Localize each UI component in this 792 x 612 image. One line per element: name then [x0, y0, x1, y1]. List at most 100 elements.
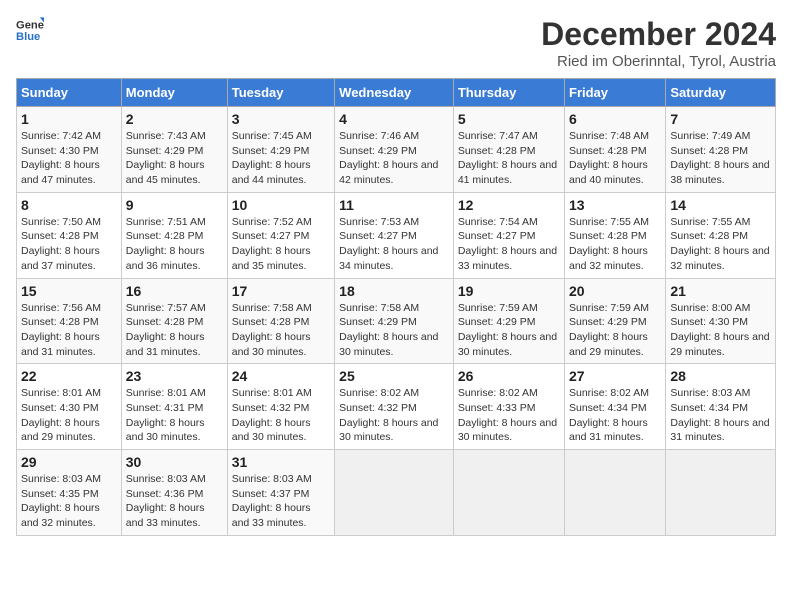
calendar-cell: 20Sunrise: 7:59 AMSunset: 4:29 PMDayligh…: [565, 278, 666, 364]
day-number: 12: [458, 197, 560, 213]
calendar-cell: 29 Sunrise: 8:03 AMSunset: 4:35 PMDayligh…: [17, 450, 122, 536]
calendar-cell: 22 Sunrise: 8:01 AMSunset: 4:30 PMDayligh…: [17, 364, 122, 450]
day-number: 24: [232, 368, 330, 384]
calendar-header-monday: Monday: [121, 79, 227, 107]
logo-icon: General Blue: [16, 16, 44, 44]
calendar-cell: 24 Sunrise: 8:01 AMSunset: 4:32 PMDayligh…: [227, 364, 334, 450]
day-info: Sunrise: 7:55 AMSunset: 4:28 PMDaylight:…: [670, 215, 771, 274]
day-info: Sunrise: 7:54 AMSunset: 4:27 PMDaylight:…: [458, 215, 560, 274]
calendar-cell: 30Sunrise: 8:03 AMSunset: 4:36 PMDayligh…: [121, 450, 227, 536]
day-info: Sunrise: 7:58 AMSunset: 4:29 PMDaylight:…: [339, 301, 449, 360]
day-info: Sunrise: 8:03 AMSunset: 4:34 PMDaylight:…: [670, 386, 771, 445]
day-info: Sunrise: 7:55 AMSunset: 4:28 PMDaylight:…: [569, 215, 661, 274]
day-number: 18: [339, 283, 449, 299]
page-title: December 2024: [541, 16, 776, 53]
day-number: 15: [21, 283, 117, 299]
day-info: Sunrise: 7:58 AMSunset: 4:28 PMDaylight:…: [232, 301, 330, 360]
day-number: 25: [339, 368, 449, 384]
calendar-cell: 9Sunrise: 7:51 AMSunset: 4:28 PMDaylight…: [121, 192, 227, 278]
day-info: Sunrise: 7:49 AMSunset: 4:28 PMDaylight:…: [670, 129, 771, 188]
calendar-cell: 18 Sunrise: 7:58 AMSunset: 4:29 PMDayligh…: [335, 278, 454, 364]
calendar-week-3: 15Sunrise: 7:56 AMSunset: 4:28 PMDayligh…: [17, 278, 776, 364]
calendar-week-2: 8 Sunrise: 7:50 AMSunset: 4:28 PMDaylight…: [17, 192, 776, 278]
calendar-cell: [666, 450, 776, 536]
calendar-cell: 23 Sunrise: 8:01 AMSunset: 4:31 PMDayligh…: [121, 364, 227, 450]
day-number: 26: [458, 368, 560, 384]
calendar-cell: 28 Sunrise: 8:03 AMSunset: 4:34 PMDayligh…: [666, 364, 776, 450]
day-info: Sunrise: 7:42 AMSunset: 4:30 PMDaylight:…: [21, 129, 117, 188]
svg-text:Blue: Blue: [16, 31, 40, 43]
calendar-cell: 1 Sunrise: 7:42 AMSunset: 4:30 PMDaylight…: [17, 107, 122, 193]
calendar-cell: 10 Sunrise: 7:52 AMSunset: 4:27 PMDayligh…: [227, 192, 334, 278]
day-number: 11: [339, 197, 449, 213]
calendar-header-tuesday: Tuesday: [227, 79, 334, 107]
calendar-header-saturday: Saturday: [666, 79, 776, 107]
day-info: Sunrise: 7:57 AMSunset: 4:28 PMDaylight:…: [126, 301, 223, 360]
calendar-cell: 6Sunrise: 7:48 AMSunset: 4:28 PMDaylight…: [565, 107, 666, 193]
day-info: Sunrise: 8:02 AMSunset: 4:33 PMDaylight:…: [458, 386, 560, 445]
title-block: December 2024 Ried im Oberinntal, Tyrol,…: [541, 16, 776, 70]
day-number: 1: [21, 111, 117, 127]
day-info: Sunrise: 8:00 AMSunset: 4:30 PMDaylight:…: [670, 301, 771, 360]
calendar-header-sunday: Sunday: [17, 79, 122, 107]
day-info: Sunrise: 8:03 AMSunset: 4:35 PMDaylight:…: [21, 472, 117, 531]
calendar-cell: 3Sunrise: 7:45 AMSunset: 4:29 PMDaylight…: [227, 107, 334, 193]
day-number: 5: [458, 111, 560, 127]
day-info: Sunrise: 7:45 AMSunset: 4:29 PMDaylight:…: [232, 129, 330, 188]
day-info: Sunrise: 8:02 AMSunset: 4:32 PMDaylight:…: [339, 386, 449, 445]
calendar-header-friday: Friday: [565, 79, 666, 107]
day-number: 14: [670, 197, 771, 213]
calendar-cell: 27 Sunrise: 8:02 AMSunset: 4:34 PMDayligh…: [565, 364, 666, 450]
day-number: 30: [126, 454, 223, 470]
calendar-cell: 16 Sunrise: 7:57 AMSunset: 4:28 PMDayligh…: [121, 278, 227, 364]
calendar-cell: 12 Sunrise: 7:54 AMSunset: 4:27 PMDayligh…: [453, 192, 564, 278]
day-number: 29: [21, 454, 117, 470]
calendar-cell: [565, 450, 666, 536]
calendar-week-1: 1 Sunrise: 7:42 AMSunset: 4:30 PMDaylight…: [17, 107, 776, 193]
day-info: Sunrise: 7:50 AMSunset: 4:28 PMDaylight:…: [21, 215, 117, 274]
day-info: Sunrise: 8:01 AMSunset: 4:31 PMDaylight:…: [126, 386, 223, 445]
calendar-cell: 21Sunrise: 8:00 AMSunset: 4:30 PMDayligh…: [666, 278, 776, 364]
calendar-cell: 26 Sunrise: 8:02 AMSunset: 4:33 PMDayligh…: [453, 364, 564, 450]
calendar-cell: 11 Sunrise: 7:53 AMSunset: 4:27 PMDayligh…: [335, 192, 454, 278]
day-info: Sunrise: 7:47 AMSunset: 4:28 PMDaylight:…: [458, 129, 560, 188]
logo: General Blue: [16, 16, 44, 44]
calendar-body: 1 Sunrise: 7:42 AMSunset: 4:30 PMDaylight…: [17, 107, 776, 536]
day-number: 22: [21, 368, 117, 384]
calendar-cell: [335, 450, 454, 536]
calendar-week-5: 29 Sunrise: 8:03 AMSunset: 4:35 PMDayligh…: [17, 450, 776, 536]
calendar-cell: 25 Sunrise: 8:02 AMSunset: 4:32 PMDayligh…: [335, 364, 454, 450]
day-info: Sunrise: 8:02 AMSunset: 4:34 PMDaylight:…: [569, 386, 661, 445]
calendar-header-row: SundayMondayTuesdayWednesdayThursdayFrid…: [17, 79, 776, 107]
page-header: General Blue December 2024 Ried im Oberi…: [16, 16, 776, 70]
calendar-cell: 8 Sunrise: 7:50 AMSunset: 4:28 PMDaylight…: [17, 192, 122, 278]
day-number: 16: [126, 283, 223, 299]
calendar-cell: 14 Sunrise: 7:55 AMSunset: 4:28 PMDayligh…: [666, 192, 776, 278]
day-info: Sunrise: 7:48 AMSunset: 4:28 PMDaylight:…: [569, 129, 661, 188]
day-number: 27: [569, 368, 661, 384]
day-number: 10: [232, 197, 330, 213]
day-number: 13: [569, 197, 661, 213]
day-info: Sunrise: 7:53 AMSunset: 4:27 PMDaylight:…: [339, 215, 449, 274]
calendar-cell: 5 Sunrise: 7:47 AMSunset: 4:28 PMDaylight…: [453, 107, 564, 193]
calendar-table: SundayMondayTuesdayWednesdayThursdayFrid…: [16, 78, 776, 536]
day-info: Sunrise: 7:43 AMSunset: 4:29 PMDaylight:…: [126, 129, 223, 188]
calendar-week-4: 22 Sunrise: 8:01 AMSunset: 4:30 PMDayligh…: [17, 364, 776, 450]
day-number: 8: [21, 197, 117, 213]
day-number: 19: [458, 283, 560, 299]
day-info: Sunrise: 8:01 AMSunset: 4:30 PMDaylight:…: [21, 386, 117, 445]
day-number: 17: [232, 283, 330, 299]
day-number: 23: [126, 368, 223, 384]
calendar-cell: [453, 450, 564, 536]
day-info: Sunrise: 8:01 AMSunset: 4:32 PMDaylight:…: [232, 386, 330, 445]
day-number: 7: [670, 111, 771, 127]
day-info: Sunrise: 8:03 AMSunset: 4:37 PMDaylight:…: [232, 472, 330, 531]
day-info: Sunrise: 7:59 AMSunset: 4:29 PMDaylight:…: [458, 301, 560, 360]
calendar-header-wednesday: Wednesday: [335, 79, 454, 107]
day-info: Sunrise: 7:52 AMSunset: 4:27 PMDaylight:…: [232, 215, 330, 274]
calendar-cell: 31Sunrise: 8:03 AMSunset: 4:37 PMDayligh…: [227, 450, 334, 536]
day-info: Sunrise: 7:59 AMSunset: 4:29 PMDaylight:…: [569, 301, 661, 360]
day-number: 28: [670, 368, 771, 384]
calendar-cell: 19 Sunrise: 7:59 AMSunset: 4:29 PMDayligh…: [453, 278, 564, 364]
day-number: 9: [126, 197, 223, 213]
